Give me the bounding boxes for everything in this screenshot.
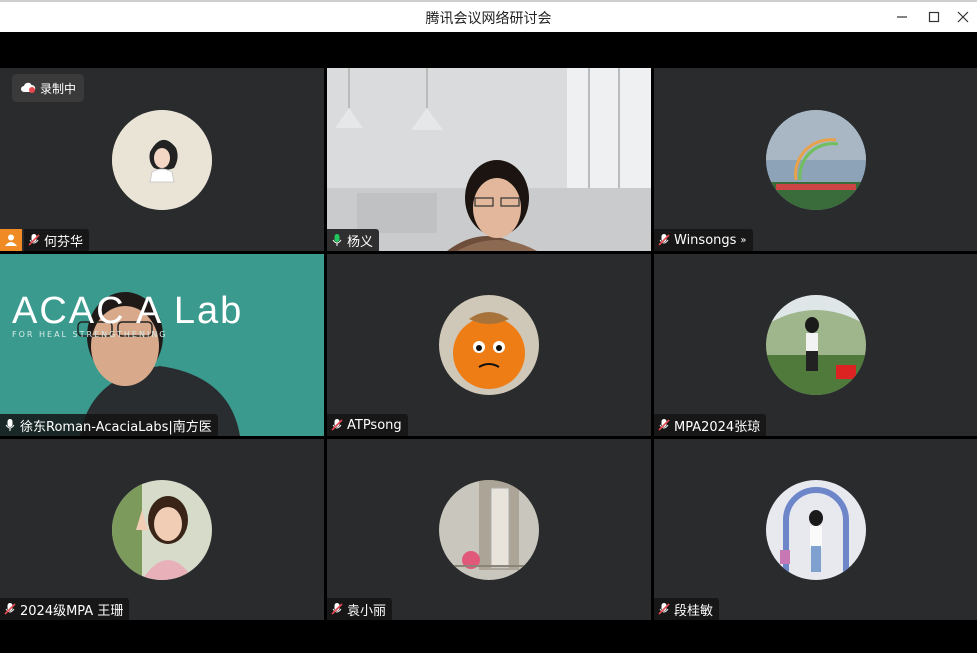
recording-label: 录制中 [40,81,77,96]
avatar [112,479,212,580]
participant-name: 徐东Roman-AcaciaLabs|南方医 [20,419,212,435]
participant-tile[interactable]: 袁小丽 [327,439,651,620]
recording-indicator[interactable]: 录制中 [12,74,85,102]
avatar [765,109,866,210]
participant-name: 杨义 [347,234,374,250]
background-sub-text: FOR HEAL STRENGTHENING [12,330,168,339]
window-title: 腾讯会议网络研讨会 [425,11,552,27]
participant-tile[interactable]: 录制中 何芬华 [0,68,324,251]
participant-name: 何芬华 [44,234,84,250]
participant-name: 袁小丽 [347,603,387,619]
participant-nameplate: 何芬华 [24,229,90,251]
participant-nameplate: Winsongs » [654,229,753,251]
mic-icon [5,419,15,431]
mic-muted-icon [4,603,16,615]
mic-muted-icon [331,603,343,615]
top-toolbar-area [0,32,977,68]
background-logo-text: ACAC A Lab [12,290,244,332]
minimize-icon[interactable] [888,6,916,28]
participant-name: MPA2024张琼 [674,419,761,435]
avatar [765,295,866,395]
participant-tile[interactable]: 2024级MPA 王珊 [0,439,324,620]
participant-nameplate: ATPsong [327,414,408,436]
participant-nameplate: 徐东Roman-AcaciaLabs|南方医 [0,414,218,436]
participant-tile[interactable]: 段桂敏 [654,439,977,620]
mic-muted-icon [658,603,670,615]
mic-active-icon [332,234,342,246]
maximize-icon[interactable] [920,6,948,28]
avatar [112,109,212,210]
participant-name: 2024级MPA 王珊 [20,603,124,619]
chevron-down-icon[interactable]: » [740,235,746,246]
participant-video [0,254,324,436]
mic-muted-icon [658,234,670,246]
participant-name: ATPsong [347,417,402,433]
participant-nameplate: 段桂敏 [654,598,720,620]
participant-tile[interactable]: MPA2024张琼 [654,254,977,436]
participant-name: Winsongs [674,232,737,248]
video-grid: 录制中 何芬华 杨义 Winsongs » ACAC A Lab FOR HEA… [0,68,977,620]
close-icon[interactable] [949,6,977,28]
mic-muted-icon [331,419,343,431]
mic-muted-icon [658,419,670,431]
participant-tile[interactable]: ACAC A Lab FOR HEAL STRENGTHENING 徐东Roma… [0,254,324,436]
participant-video [327,68,651,251]
participant-nameplate: 袁小丽 [327,598,393,620]
participant-nameplate: 杨义 [327,229,380,251]
participant-name: 段桂敏 [674,603,714,619]
host-badge [0,229,22,251]
avatar [765,479,866,580]
participant-tile[interactable]: 杨义 [327,68,651,251]
mic-muted-icon [28,234,40,246]
title-bar: 腾讯会议网络研讨会 [0,0,977,32]
participant-tile[interactable]: ATPsong [327,254,651,436]
participant-nameplate: MPA2024张琼 [654,414,767,436]
avatar [439,295,539,395]
participant-tile[interactable]: Winsongs » [654,68,977,251]
participant-nameplate: 2024级MPA 王珊 [0,598,130,620]
bottom-toolbar-area [0,620,977,653]
avatar [439,479,539,580]
cloud-record-icon [21,82,36,93]
